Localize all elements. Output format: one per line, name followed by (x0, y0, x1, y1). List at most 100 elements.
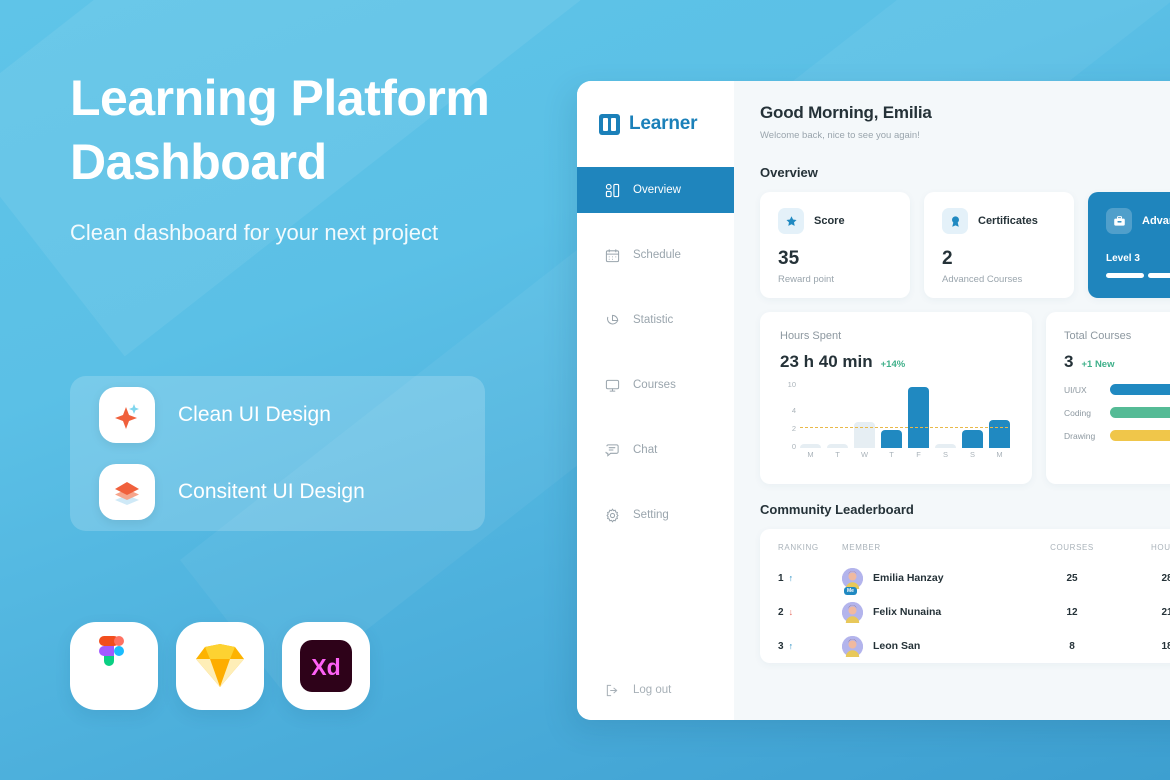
rank-cell: 2 ↓ (778, 607, 842, 618)
card-title: Score (814, 215, 845, 227)
feature-list: Clean UI Design Consitent UI Design (70, 376, 485, 531)
hours-bar-chart: 10 4 2 0 M T W T F S S M (780, 380, 1010, 462)
hours-value: 23 h 40 min (780, 352, 873, 371)
courses-count: 25 (1066, 572, 1078, 584)
y-tick-label: 4 (791, 406, 796, 415)
score-card[interactable]: Score 35 Reward point (760, 192, 910, 298)
sidebar-item-label: Overview (633, 184, 681, 196)
courses-delta: +1 New (1081, 359, 1115, 370)
hours-spent-panel: Hours Spent 23 h 40 min +14% 10 4 2 0 M … (760, 312, 1032, 484)
monitor-icon (604, 377, 620, 393)
award-icon (942, 208, 968, 234)
hours-count: 28 (1161, 572, 1170, 584)
main-content: Good Morning, Emilia Welcome back, nice … (734, 81, 1170, 720)
dashboard-window: Learner Overview Schedule Statistic Cour… (577, 81, 1170, 720)
avatar (842, 635, 863, 657)
sidebar-item-label: Chat (633, 444, 658, 456)
column-header-hours: HOURS (1151, 543, 1170, 552)
progress-segment (1148, 273, 1170, 278)
member-name: Felix Nunaina (873, 606, 942, 618)
course-bar-label: UI/UX (1064, 384, 1087, 395)
leaderboard-title: Community Leaderboard (760, 502, 914, 517)
column-header-courses: COURSES (1050, 543, 1094, 552)
card-value: 35 (778, 248, 800, 269)
x-tick-label: S (942, 450, 948, 459)
gear-icon (604, 507, 620, 523)
feature-item-consistent-ui: Consitent UI Design (70, 453, 485, 530)
member-name: Leon San (873, 640, 921, 652)
promo-subheadline: Clean dashboard for your next project (70, 220, 439, 245)
column-header-member: MEMBER (842, 543, 881, 552)
hours-delta: +14% (880, 359, 906, 370)
rank-number: 3 (778, 640, 784, 652)
panel-title: Hours Spent (780, 330, 842, 342)
card-title: Certificates (978, 215, 1038, 227)
sidebar-item-schedule[interactable]: Schedule (577, 232, 734, 278)
sparkle-icon (99, 386, 155, 443)
layers-icon (99, 463, 155, 520)
panel-value-row: 23 h 40 min +14% (780, 352, 1032, 372)
advanced-card[interactable]: Advanced Level 3 (1088, 192, 1170, 298)
table-row[interactable]: 2 ↓ Felix Nunaina 12 21 (778, 595, 1170, 629)
x-tick-label: S (969, 450, 975, 459)
sidebar-item-statistic[interactable]: Statistic (577, 297, 734, 343)
chart-bar (935, 444, 956, 448)
dashboard-icon (604, 182, 620, 198)
trend-up-icon: ↑ (788, 573, 794, 583)
trend-down-icon: ↓ (788, 607, 794, 617)
welcome-subtitle: Welcome back, nice to see you again! (760, 130, 920, 141)
hours-count: 18 (1161, 640, 1170, 652)
card-subtitle: Reward point (778, 274, 834, 285)
courses-count: 12 (1066, 606, 1078, 618)
app-icon-list: Xd (70, 622, 370, 710)
member-name: Emilia Hanzay (873, 572, 944, 584)
card-value: 2 (942, 248, 953, 269)
star-icon (778, 208, 804, 234)
average-line (800, 426, 1008, 428)
y-tick-label: 0 (791, 442, 796, 451)
adobe-xd-icon: Xd (282, 622, 370, 710)
chat-icon (604, 442, 620, 458)
brand-name: Learner (629, 113, 698, 134)
x-tick-label: T (889, 450, 894, 459)
rank-number: 2 (778, 606, 784, 618)
leaderboard-card: RANKING MEMBER COURSES HOURS 1↑MeEmilia … (760, 529, 1170, 663)
logout-icon (604, 682, 620, 698)
chart-bar (908, 387, 929, 448)
x-tick-label: M (807, 450, 814, 459)
pie-chart-icon (604, 312, 620, 328)
x-tick-label: W (860, 450, 869, 459)
me-badge: Me (844, 586, 857, 595)
promo-text-block: Learning Platform Dashboard Clean dashbo… (70, 66, 540, 249)
sidebar-item-chat[interactable]: Chat (577, 427, 734, 473)
progress-segment (1106, 273, 1144, 278)
table-row[interactable]: 3 ↑ Leon San 8 18 (778, 629, 1170, 663)
chart-bar (800, 444, 821, 448)
feature-label: Clean UI Design (178, 402, 331, 426)
sidebar-item-overview[interactable]: Overview (577, 167, 734, 213)
chart-bar (989, 419, 1010, 448)
table-row[interactable]: 1 ↑ Me Emilia Hanzay 25 28 (778, 561, 1170, 595)
brand-logo[interactable]: Learner (577, 81, 734, 167)
chart-y-axis: 10 4 2 0 (780, 380, 796, 451)
logout-button[interactable]: Log out (577, 660, 734, 720)
y-tick-label: 10 (787, 380, 796, 389)
avatar (842, 601, 863, 623)
chart-bar (962, 430, 983, 448)
y-tick-label: 2 (791, 424, 796, 433)
promo-headline: Learning Platform Dashboard (70, 70, 490, 190)
course-bar-label: Drawing (1064, 430, 1096, 441)
sidebar-item-setting[interactable]: Setting (577, 492, 734, 538)
chart-x-axis: MTWTFSSM (800, 450, 1010, 459)
sidebar-item-courses[interactable]: Courses (577, 362, 734, 408)
book-logo-icon (599, 113, 620, 135)
column-header-ranking: RANKING (778, 543, 819, 552)
card-subtitle: Advanced Courses (942, 274, 1023, 285)
certificates-card[interactable]: Certificates 2 Advanced Courses (924, 192, 1074, 298)
panel-title: Total Courses (1064, 330, 1132, 342)
